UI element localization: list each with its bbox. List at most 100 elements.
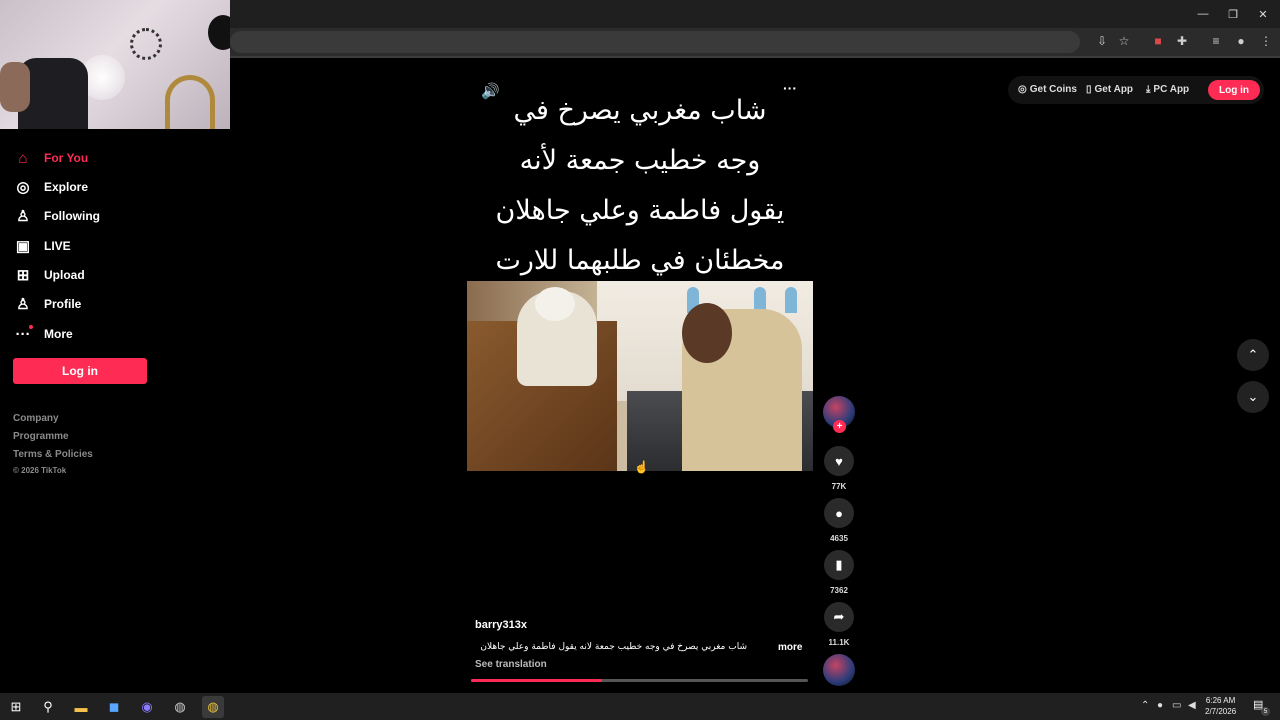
video-frame[interactable]: [467, 281, 813, 471]
caption-line: وجه خطيب جمعة لأنه: [519, 145, 761, 176]
video-progress-fill: [471, 679, 603, 682]
live-icon: ▣: [15, 238, 31, 255]
volume-icon[interactable]: 🔊: [481, 82, 500, 100]
video-description: شاب مغربي يصرخ في وجه خطيب جمعة لأنه يقو…: [480, 642, 747, 652]
video-caption: شاب مغربي يصرخ في وجه خطيب جمعة لأنه يقو…: [467, 86, 813, 286]
follow-button[interactable]: +: [833, 420, 846, 433]
comment-count: 4635: [830, 534, 848, 543]
sidebar-login-button[interactable]: Log in: [13, 358, 147, 384]
get-app-link[interactable]: ▯ Get App: [1086, 84, 1133, 95]
sidebar-item-label: Profile: [44, 297, 82, 311]
see-translation-button[interactable]: See translation: [475, 659, 547, 670]
search-icon[interactable]: ⚲: [37, 696, 59, 718]
close-button[interactable]: ✕: [1248, 0, 1278, 28]
video-progress-bar[interactable]: [471, 679, 808, 682]
pc-app-link[interactable]: ⤓ PC App: [1146, 84, 1189, 95]
comment-button[interactable]: ●: [824, 498, 854, 528]
window: [785, 287, 797, 313]
compass-icon: ◎: [16, 179, 30, 196]
save-button[interactable]: ▮: [824, 550, 854, 580]
sidebar-item-following[interactable]: ♙ Following: [14, 205, 100, 227]
like-count: 77K: [831, 482, 847, 491]
home-icon: ⌂: [18, 149, 28, 167]
webcam-overlay: [0, 0, 230, 129]
microphone-icon[interactable]: ●: [1157, 700, 1163, 711]
restore-button[interactable]: ❐: [1218, 0, 1248, 28]
like-button[interactable]: ♥: [824, 446, 854, 476]
address-bar[interactable]: [230, 31, 1080, 53]
following-icon: ♙: [16, 208, 30, 225]
young-man-head: [682, 303, 732, 363]
heart-icon: ♥: [835, 453, 843, 469]
extension-badge-icon[interactable]: ■: [1150, 33, 1166, 49]
start-icon[interactable]: ⊞: [5, 696, 27, 718]
footer-link-terms[interactable]: Terms & Policies: [13, 449, 93, 460]
streamer: [0, 62, 30, 112]
coin-icon: ◎: [1018, 84, 1027, 95]
download-icon: ⤓: [1146, 84, 1151, 95]
taskbar-clock[interactable]: 6:26 AM 2/7/2026: [1205, 695, 1236, 717]
bookmark-icon: ▮: [835, 557, 843, 572]
speaker-icon[interactable]: ◀: [1188, 700, 1196, 711]
header-login-button[interactable]: Log in: [1208, 80, 1260, 100]
share-icon: ➦: [833, 609, 845, 624]
tray-overflow-icon[interactable]: ⌃: [1141, 700, 1149, 711]
windows-taskbar: [0, 693, 1280, 720]
minimize-button[interactable]: —: [1188, 0, 1218, 28]
sidebar-item-upload[interactable]: ⊞ Upload: [14, 264, 85, 286]
chrome-icon[interactable]: ◍: [202, 696, 224, 718]
profile-icon[interactable]: ●: [1233, 33, 1249, 49]
wall-decor: [130, 28, 162, 60]
sidebar-item-for-you[interactable]: ⌂ For You: [14, 147, 88, 169]
phone-icon: ▯: [1086, 84, 1092, 95]
star-icon[interactable]: ☆: [1116, 33, 1132, 49]
get-app-label: Get App: [1094, 84, 1134, 95]
footer-link-company[interactable]: Company: [13, 413, 59, 424]
video-more-button[interactable]: ···: [783, 80, 797, 96]
next-video-button[interactable]: ⌄: [1237, 381, 1269, 413]
profile-icon: ♙: [16, 296, 30, 313]
sidebar-item-label: LIVE: [44, 239, 71, 253]
sidebar-item-live[interactable]: ▣ LIVE: [14, 235, 71, 257]
chevron-down-icon: ⌄: [1247, 389, 1259, 404]
description-more-button[interactable]: more: [778, 642, 802, 653]
media-icon[interactable]: ≡: [1208, 33, 1224, 49]
network-icon[interactable]: ▭: [1172, 700, 1181, 711]
video-player[interactable]: شاب مغربي يصرخ في وجه خطيب جمعة لأنه يقو…: [467, 76, 813, 684]
recorder-icon[interactable]: ◍: [169, 696, 191, 718]
caption-line: مخطئان في طلبهما للارت: [495, 245, 785, 276]
install-icon[interactable]: ⇩: [1094, 33, 1110, 49]
sidebar-item-explore[interactable]: ◎ Explore: [14, 176, 88, 198]
puzzle-icon[interactable]: ✚: [1174, 33, 1190, 49]
sidebar-item-label: Following: [44, 209, 100, 223]
footer-link-programme[interactable]: Programme: [13, 431, 69, 442]
dark-object: [208, 15, 230, 50]
chevron-up-icon: ⌃: [1247, 347, 1259, 362]
discord-icon[interactable]: ◉: [136, 696, 158, 718]
comment-icon: ●: [835, 505, 843, 521]
copyright: © 2026 TikTok: [13, 466, 67, 475]
video-author[interactable]: barry313x: [475, 619, 527, 631]
sidebar-item-label: Upload: [44, 268, 85, 282]
kebab-icon[interactable]: ⋮: [1258, 33, 1274, 49]
upload-icon: ⊞: [16, 267, 30, 284]
sidebar-item-label: More: [44, 327, 73, 341]
mouse-cursor-icon: ☝: [634, 460, 649, 474]
save-count: 7362: [830, 586, 848, 595]
mirror-frame: [165, 75, 215, 129]
sidebar-item-profile[interactable]: ♙ Profile: [14, 293, 81, 315]
caption-line: يقول فاطمة وعلي جاهلان: [495, 195, 785, 226]
share-count: 11.1K: [828, 638, 850, 647]
get-coins-label: Get Coins: [1029, 84, 1077, 95]
get-coins-link[interactable]: ◎ Get Coins: [1018, 84, 1077, 95]
caption-line: شاب مغربي يصرخ في: [513, 95, 767, 126]
store-icon[interactable]: ◼: [103, 696, 125, 718]
previous-video-button[interactable]: ⌃: [1237, 339, 1269, 371]
share-button[interactable]: ➦: [824, 602, 854, 632]
music-disc-avatar[interactable]: [823, 654, 855, 686]
sidebar-item-more[interactable]: ··· More: [14, 323, 73, 345]
imam-head: [535, 287, 575, 321]
notification-count: 5: [1261, 707, 1270, 716]
clock-date: 2/7/2026: [1205, 707, 1237, 716]
file-explorer-icon[interactable]: ▬: [70, 696, 92, 718]
